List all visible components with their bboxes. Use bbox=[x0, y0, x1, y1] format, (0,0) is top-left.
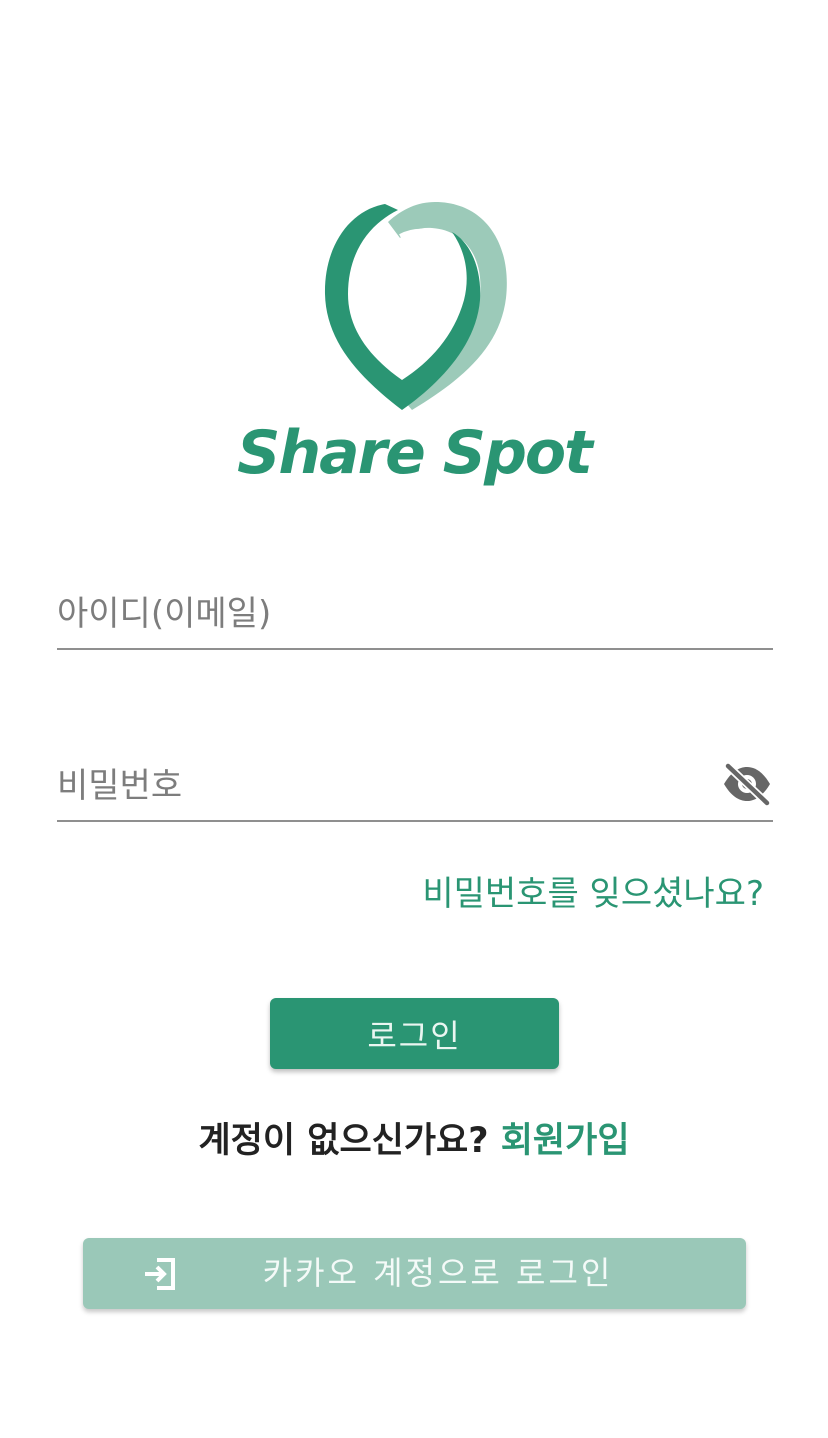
password-field-container bbox=[57, 756, 773, 822]
eye-off-icon[interactable] bbox=[721, 762, 773, 807]
login-screen: Share Spot 비밀번호를 잊으셨나요? 로그인 계정이 없으신가요? 회… bbox=[0, 0, 828, 1438]
signup-row: 계정이 없으신가요? 회원가입 bbox=[0, 1112, 828, 1163]
id-field-container bbox=[57, 584, 773, 650]
id-email-input[interactable] bbox=[57, 584, 697, 644]
login-button[interactable]: 로그인 bbox=[270, 998, 559, 1069]
kakao-login-button[interactable]: 카카오 계정으로 로그인 bbox=[83, 1238, 746, 1309]
signup-prompt: 계정이 없으신가요? bbox=[198, 1121, 489, 1161]
kakao-login-label: 카카오 계정으로 로그인 bbox=[262, 1254, 614, 1292]
password-input[interactable] bbox=[57, 756, 697, 816]
brand-name: Share Spot bbox=[237, 418, 593, 488]
signup-link[interactable]: 회원가입 bbox=[501, 1121, 630, 1161]
forgot-password-link[interactable]: 비밀번호를 잊으셨나요? bbox=[422, 866, 764, 915]
